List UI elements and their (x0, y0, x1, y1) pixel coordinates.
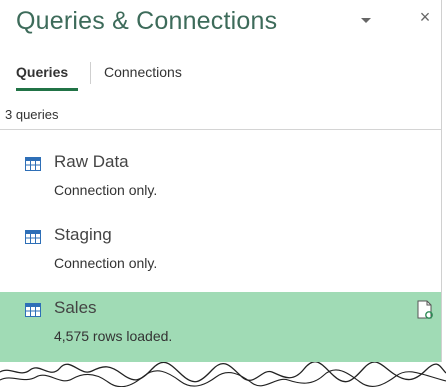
query-item-staging[interactable]: Staging Connection only. (0, 219, 441, 289)
query-item-sales[interactable]: Sales 4,575 rows loaded. (0, 292, 441, 362)
refresh-document-icon[interactable] (416, 300, 434, 320)
table-icon (25, 230, 41, 244)
active-tab-indicator (16, 88, 78, 91)
queries-connections-pane: Queries & Connections × Queries Connecti… (0, 0, 442, 362)
close-pane-button[interactable]: × (416, 7, 434, 27)
tab-queries[interactable]: Queries (16, 64, 68, 80)
query-status: Connection only. (54, 255, 158, 271)
query-item-raw-data[interactable]: Raw Data Connection only. (0, 146, 441, 216)
table-icon (25, 303, 41, 317)
tab-divider (90, 62, 91, 84)
query-status: Connection only. (54, 182, 158, 198)
tab-connections[interactable]: Connections (104, 64, 182, 80)
query-status: 4,575 rows loaded. (54, 328, 173, 344)
pane-title: Queries & Connections (16, 7, 278, 35)
query-name: Sales (54, 298, 97, 317)
divider (0, 129, 441, 130)
query-count: 3 queries (5, 107, 59, 122)
query-name: Staging (54, 225, 112, 244)
table-icon (25, 157, 41, 171)
query-name: Raw Data (54, 152, 129, 171)
close-icon: × (419, 7, 431, 27)
torn-edge-decoration (0, 362, 446, 387)
pane-options-dropdown[interactable] (358, 12, 374, 28)
